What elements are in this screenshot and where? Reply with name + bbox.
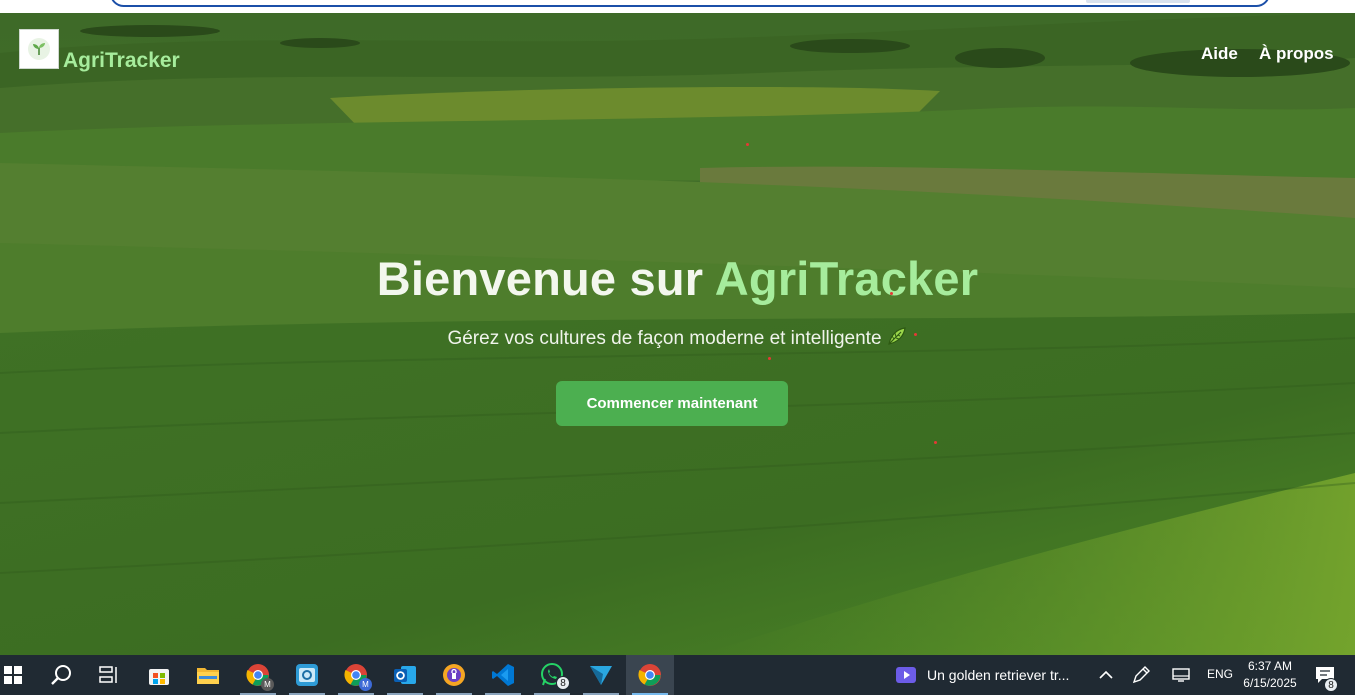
hero-subtitle: Gérez vos cultures de façon moderne et i… [0, 325, 1355, 353]
news-text: Un golden retriever tr... [927, 667, 1070, 683]
profile-letter: M [359, 678, 372, 691]
profile-letter: M [261, 678, 274, 691]
show-hidden-icons-button[interactable] [1096, 655, 1116, 695]
paper-plane-app-button[interactable] [577, 655, 625, 695]
start-button[interactable] [0, 655, 26, 695]
chrome-button[interactable]: M [332, 655, 380, 695]
marker-dot [768, 357, 771, 360]
file-explorer-button[interactable] [184, 655, 232, 695]
network-button[interactable] [1170, 655, 1192, 695]
video-icon [896, 667, 916, 683]
address-bar-button[interactable] [1086, 0, 1190, 3]
marker-dot [746, 143, 749, 146]
mail-app-icon [296, 664, 318, 686]
notifications-button[interactable]: 8 [1310, 655, 1340, 695]
outlook-button[interactable] [381, 655, 429, 695]
pen-icon [1132, 666, 1150, 684]
whatsapp-button[interactable]: 8 [528, 655, 576, 695]
leaf-icon [886, 325, 908, 353]
store-icon [149, 669, 169, 685]
marker-dot [934, 441, 937, 444]
chrome-active-button[interactable] [626, 655, 674, 695]
whatsapp-badge: 8 [556, 676, 570, 690]
sprout-icon [28, 38, 50, 60]
mail-app-button[interactable] [283, 655, 331, 695]
hero-subtitle-text: Gérez vos cultures de façon moderne et i… [447, 328, 882, 349]
outlook-icon [394, 666, 416, 684]
chrome-profile-button[interactable]: M [234, 655, 282, 695]
clock-time: 6:37 AM [1247, 659, 1293, 673]
marker-dot [890, 292, 893, 295]
nav-link-aide[interactable]: Aide [1201, 44, 1238, 64]
task-view-icon [99, 666, 117, 683]
nav-link-a-propos[interactable]: À propos [1259, 44, 1334, 64]
chrome-icon [638, 664, 661, 686]
clock[interactable]: 6:37 AM 6/15/2025 [1240, 658, 1300, 692]
brand-name[interactable]: AgriTracker [63, 49, 180, 73]
hero-title-prefix: Bienvenue sur [376, 252, 715, 305]
marker-dot [914, 333, 917, 336]
language-indicator[interactable]: ENG [1207, 667, 1233, 681]
vpn-icon [443, 664, 465, 686]
news-widget[interactable]: Un golden retriever tr... [895, 655, 1069, 695]
vscode-icon [492, 664, 514, 686]
hero-title: Bienvenue sur AgriTracker [0, 251, 1355, 306]
vpn-button[interactable] [430, 655, 478, 695]
file-explorer-icon [197, 668, 219, 684]
notification-count: 8 [1324, 678, 1338, 692]
search-button[interactable] [37, 655, 85, 695]
pen-menu-button[interactable] [1130, 655, 1152, 695]
task-view-button[interactable] [85, 655, 133, 695]
windows-icon [4, 666, 22, 684]
store-button[interactable] [135, 655, 183, 695]
taskbar: M M 8 Un golden retriever tr... ENG 6:37… [0, 655, 1355, 695]
vscode-button[interactable] [479, 655, 527, 695]
browser-address-area [0, 0, 1355, 13]
search-icon [51, 665, 71, 685]
network-icon [1172, 668, 1190, 682]
logo[interactable] [19, 29, 59, 69]
chevron-up-icon [1099, 670, 1113, 679]
start-now-button[interactable]: Commencer maintenant [556, 381, 788, 426]
paper-plane-icon [590, 666, 612, 685]
navbar: AgriTracker Aide À propos [0, 13, 1355, 93]
address-bar[interactable] [110, 0, 1270, 7]
hero-title-accent: AgriTracker [714, 252, 979, 305]
clock-date: 6/15/2025 [1243, 676, 1297, 690]
